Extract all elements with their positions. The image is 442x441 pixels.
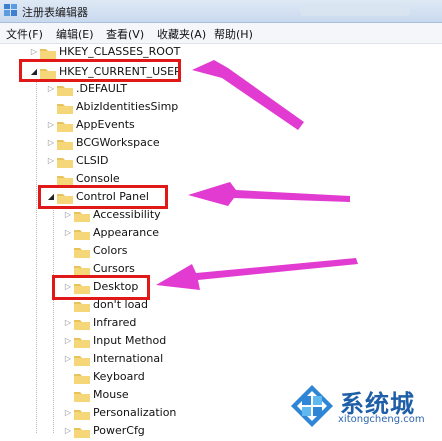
highlight-box-current-user: [19, 59, 181, 82]
highlight-box-control-panel: [38, 185, 168, 209]
expand-icon: [64, 300, 72, 310]
expand-icon[interactable]: ▷: [47, 120, 55, 130]
watermark-url: xitongcheng.com: [338, 414, 425, 425]
tree-node-label: HKEY_CLASSES_ROOT: [59, 45, 181, 58]
folder-icon: [74, 230, 90, 240]
tree-node-label: International: [93, 352, 164, 365]
highlight-box-desktop: [52, 275, 150, 300]
tree-node-label: Colors: [93, 244, 128, 257]
menu-help[interactable]: 帮助(H): [214, 26, 253, 42]
tree-guide-line: [36, 80, 37, 433]
folder-icon: [74, 338, 90, 348]
expand-icon[interactable]: ▷: [47, 138, 55, 148]
expand-icon[interactable]: ▷: [30, 47, 38, 57]
tree-node-label: PowerCfg: [93, 424, 145, 437]
folder-icon: [74, 428, 90, 438]
menu-edit[interactable]: 编辑(E): [56, 26, 94, 42]
tree-node-label: .DEFAULT: [76, 82, 128, 95]
tree-node-label: Infrared: [93, 316, 137, 329]
folder-icon: [57, 140, 73, 150]
expand-icon[interactable]: ▷: [47, 84, 55, 94]
tree-node-label: Appearance: [93, 226, 160, 239]
tree-node-label: AppEvents: [76, 118, 135, 131]
expand-icon: [64, 372, 72, 382]
menu-favorites[interactable]: 收藏夹(A): [157, 26, 206, 42]
expand-icon[interactable]: ▷: [64, 336, 72, 346]
tree-node-label: BCGWorkspace: [76, 136, 160, 149]
folder-icon: [74, 392, 90, 402]
folder-icon: [74, 212, 90, 222]
tree-node-label: Accessibility: [93, 208, 161, 221]
folder-icon: [74, 302, 90, 312]
title-bar: 注册表编辑器: [0, 0, 442, 23]
tree-node-label: CLSID: [76, 154, 109, 167]
tree-node-label: Keyboard: [93, 370, 145, 383]
tree-node-label: Input Method: [93, 334, 167, 347]
menu-bar: 文件(F) 编辑(E) 查看(V) 收藏夹(A) 帮助(H): [0, 23, 442, 44]
tree-guide-line: [53, 206, 54, 433]
window-title: 注册表编辑器: [22, 6, 88, 19]
expand-icon: [64, 264, 72, 274]
folder-icon: [57, 122, 73, 132]
folder-icon: [74, 320, 90, 330]
expand-icon[interactable]: ▷: [64, 228, 72, 238]
blurred-region: [300, 6, 410, 16]
folder-icon: [74, 356, 90, 366]
expand-icon: [47, 102, 55, 112]
expand-icon: [64, 246, 72, 256]
expand-icon[interactable]: ▷: [64, 210, 72, 220]
expand-icon[interactable]: ▷: [47, 156, 55, 166]
tree-node-label: Cursors: [93, 262, 135, 275]
expand-icon[interactable]: ▷: [64, 354, 72, 364]
expand-icon: [47, 174, 55, 184]
tree-node-label: Personalization: [93, 406, 177, 419]
expand-icon[interactable]: ▷: [64, 318, 72, 328]
folder-icon: [40, 49, 56, 59]
folder-icon: [57, 158, 73, 168]
tree-node-label: Mouse: [93, 388, 129, 401]
tree-node-label: Console: [76, 172, 120, 185]
folder-icon: [74, 248, 90, 258]
expand-icon[interactable]: ▷: [64, 426, 72, 436]
folder-icon: [74, 410, 90, 420]
watermark-logo-icon: [291, 385, 333, 427]
regedit-icon: [4, 4, 17, 16]
folder-icon: [57, 104, 73, 114]
folder-icon: [57, 86, 73, 96]
expand-icon: [64, 390, 72, 400]
menu-view[interactable]: 查看(V): [106, 26, 144, 42]
folder-icon: [74, 374, 90, 384]
registry-tree[interactable]: ▷ HKEY_CLASSES_ROOT ◢ HKEY_CURRENT_USER …: [0, 44, 442, 438]
expand-icon[interactable]: ▷: [64, 408, 72, 418]
tree-node-label: AbizIdentitiesSimp: [76, 100, 179, 113]
menu-file[interactable]: 文件(F): [6, 26, 43, 42]
